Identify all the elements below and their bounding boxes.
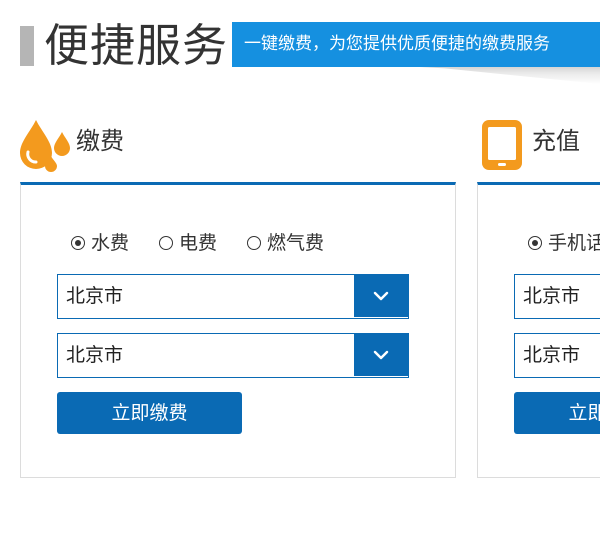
- recharge-province-select-value: 北京市: [523, 285, 581, 307]
- recharge-province-select[interactable]: 北京市: [514, 274, 600, 319]
- payment-section-header: 缴费: [18, 112, 458, 182]
- radio-water-fee[interactable]: 水费: [71, 231, 129, 255]
- radio-mobile-bill[interactable]: 手机话费: [528, 231, 600, 255]
- water-drops-icon: [18, 116, 72, 172]
- payment-city-select[interactable]: 北京市: [57, 274, 409, 319]
- chevron-down-icon[interactable]: [354, 275, 408, 317]
- recharge-city-select-value: 北京市: [523, 344, 581, 366]
- recharge-now-button[interactable]: 立即充值: [514, 392, 600, 434]
- radio-gas-fee-circle[interactable]: [247, 236, 262, 250]
- payment-type-radio-group: 水费 电费 燃气费: [71, 231, 354, 255]
- payment-company-select-value: 北京市: [66, 344, 124, 366]
- radio-electricity-fee-label: 电费: [179, 232, 218, 254]
- chevron-down-icon[interactable]: [354, 334, 408, 376]
- radio-gas-fee[interactable]: 燃气费: [247, 231, 324, 255]
- payment-panel: 水费 电费 燃气费 北京市 北京市 立即缴费: [20, 182, 456, 478]
- mobile-phone-icon: [480, 118, 524, 172]
- page-title: 便捷服务: [44, 19, 229, 72]
- payment-section-title: 缴费: [76, 127, 124, 155]
- recharge-section-header: 充值: [478, 112, 600, 182]
- radio-water-fee-circle[interactable]: [71, 236, 85, 250]
- recharge-type-radio-group: 手机话费: [528, 231, 600, 255]
- radio-mobile-bill-circle[interactable]: [528, 236, 542, 250]
- radio-gas-fee-label: 燃气费: [267, 232, 325, 254]
- header-accent-bar: [20, 26, 34, 66]
- radio-electricity-fee[interactable]: 电费: [159, 231, 217, 255]
- recharge-section-title: 充值: [532, 127, 580, 155]
- recharge-panel: 手机话费 北京市 北京市 立即充值: [477, 182, 600, 478]
- radio-electricity-fee-circle[interactable]: [159, 236, 174, 250]
- payment-company-select[interactable]: 北京市: [57, 333, 409, 378]
- recharge-city-select[interactable]: 北京市: [514, 333, 600, 378]
- radio-water-fee-label: 水费: [91, 232, 130, 254]
- radio-mobile-bill-label: 手机话费: [548, 232, 600, 254]
- slogan-banner: 一键缴费，为您提供优质便捷的缴费服务: [232, 22, 600, 67]
- pay-now-button[interactable]: 立即缴费: [57, 392, 242, 434]
- payment-city-select-value: 北京市: [66, 285, 124, 307]
